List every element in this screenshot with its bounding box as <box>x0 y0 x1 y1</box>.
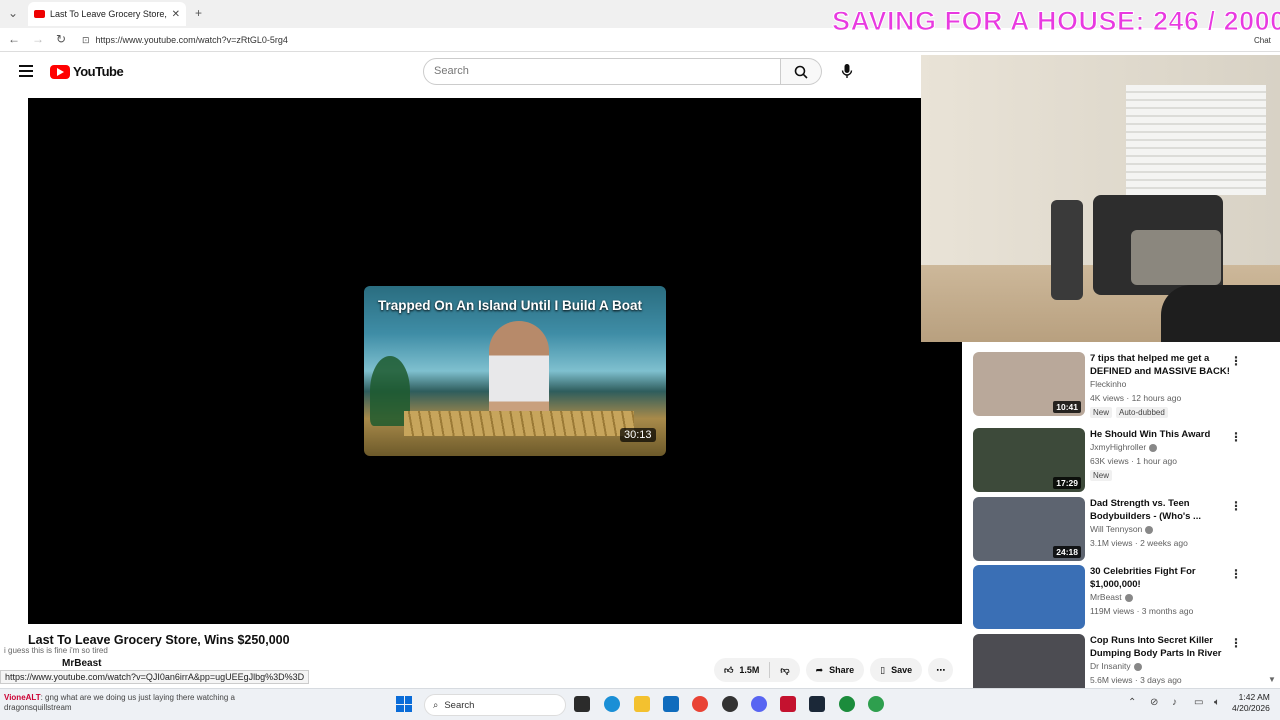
video-actions: 👍︎ 1.5M 👎︎ ➦ Share ▯ Save ⋯ <box>714 658 954 682</box>
youtube-play-icon <box>50 64 70 79</box>
recommendation-title[interactable]: Dad Strength vs. Teen Bodybuilders - (Wh… <box>1090 497 1230 523</box>
more-actions-button[interactable]: ⋯ <box>928 658 954 682</box>
edge-icon[interactable] <box>604 696 620 712</box>
video-duration: 24:18 <box>1053 546 1081 558</box>
thumbs-up-icon: 👍︎ <box>724 664 734 675</box>
more-options-icon[interactable]: ⋮ <box>1230 567 1242 581</box>
new-tab-icon[interactable]: + <box>195 6 202 20</box>
hamburger-menu-icon[interactable] <box>19 65 33 77</box>
windows-start-icon[interactable] <box>396 696 412 712</box>
recommendation-channel[interactable]: Dr Insanity <box>1090 661 1142 671</box>
video-thumbnail[interactable] <box>973 565 1085 629</box>
microphone-icon[interactable]: ♪ <box>1172 697 1177 708</box>
url-text: https://www.youtube.com/watch?v=zRtGL0-5… <box>95 35 288 45</box>
stream-overlay-goal: SAVING FOR A HOUSE: 246 / 20000 <box>831 6 1280 37</box>
recommendation-badge: Auto-dubbed <box>1116 407 1168 418</box>
youtube-logo[interactable]: YouTube <box>50 64 124 79</box>
forward-icon[interactable]: → <box>32 32 44 46</box>
tab-list-icon[interactable]: ⌄ <box>8 6 18 20</box>
task-view-icon[interactable] <box>574 696 590 712</box>
verified-check-icon <box>1133 662 1142 671</box>
obs-icon[interactable] <box>722 696 738 712</box>
recommendation-title[interactable]: 30 Celebrities Fight For $1,000,000! <box>1090 565 1230 591</box>
recommendation-title[interactable]: He Should Win This Award <box>1090 428 1230 441</box>
recommendation-item[interactable]: 17:29 He Should Win This Award JxmyHighrol… <box>973 428 1273 492</box>
chat-button[interactable]: Chat <box>1254 36 1271 45</box>
refresh-icon[interactable]: ↻ <box>56 32 66 46</box>
search-button[interactable] <box>781 58 822 85</box>
channel-name[interactable]: MrBeast <box>62 658 101 669</box>
video-thumbnail[interactable]: 24:18 <box>973 497 1085 561</box>
recommendation-meta: 63K views · 1 hour ago <box>1090 456 1177 466</box>
more-icon: ⋯ <box>936 664 946 675</box>
tab-title: Last To Leave Grocery Store, Wins <box>50 9 167 19</box>
app-icon[interactable] <box>780 696 796 712</box>
chat-message: VioneALT: gng what are we doing us just … <box>4 693 235 712</box>
recommendation-meta: 119M views · 3 months ago <box>1090 606 1194 616</box>
recommendation-meta: 4K views · 12 hours ago <box>1090 393 1182 403</box>
more-options-icon[interactable]: ⋮ <box>1230 430 1242 444</box>
like-button[interactable]: 👍︎ 1.5M 👎︎ <box>714 658 800 682</box>
recommendation-item[interactable]: 10:41 7 tips that helped me get a DEFINED… <box>973 352 1273 418</box>
recommendation-channel[interactable]: MrBeast <box>1090 592 1133 602</box>
chat-message: i guess this is fine i'm so tired <box>4 646 108 655</box>
taskbar-clock[interactable]: 1:42 AM 4/20/2026 <box>1232 692 1270 714</box>
share-button[interactable]: ➦ Share <box>805 658 865 682</box>
chrome-profile-icon[interactable] <box>839 696 855 712</box>
search-icon: ⌕ <box>433 699 439 711</box>
display-icon[interactable]: ▭ <box>1194 697 1203 708</box>
recommendation-channel[interactable]: JxmyHighroller <box>1090 442 1158 452</box>
search-icon <box>794 65 808 79</box>
volume-icon[interactable]: 🔈︎ <box>1214 697 1220 708</box>
microphone-icon <box>841 64 853 78</box>
recommendation-meta: 5.6M views · 3 days ago <box>1090 675 1182 685</box>
recommendation-channel[interactable]: Will Tennyson <box>1090 524 1154 534</box>
recommendation-meta: 3.1M views · 2 weeks ago <box>1090 538 1188 548</box>
network-icon[interactable]: ⊘ <box>1150 697 1158 708</box>
taskbar-search[interactable]: ⌕ Search <box>424 694 566 716</box>
video-title: Last To Leave Grocery Store, Wins $250,0… <box>28 633 290 647</box>
youtube-favicon-icon <box>34 10 45 18</box>
video-thumbnail[interactable]: 17:29 <box>973 428 1085 492</box>
store-icon[interactable] <box>663 696 679 712</box>
webcam-overlay <box>921 55 1280 342</box>
chrome-icon[interactable] <box>692 696 708 712</box>
file-explorer-icon[interactable] <box>634 696 650 712</box>
endscreen-video-title[interactable]: Trapped On An Island Until I Build A Boa… <box>378 298 642 313</box>
video-duration: 17:29 <box>1053 477 1081 489</box>
scroll-down-icon[interactable]: ▼ <box>1268 675 1276 684</box>
verified-check-icon <box>1145 525 1154 534</box>
recommendation-title[interactable]: Cop Runs Into Secret Killer Dumping Body… <box>1090 634 1230 660</box>
chrome-profile-icon[interactable] <box>868 696 884 712</box>
close-tab-icon[interactable]: ✕ <box>172 9 180 20</box>
back-icon[interactable]: ← <box>8 32 20 46</box>
recommendation-channel[interactable]: Fleckinho <box>1090 379 1126 389</box>
video-thumbnail[interactable]: 10:41 <box>973 352 1085 416</box>
verified-check-icon <box>1149 443 1158 452</box>
browser-tab[interactable]: Last To Leave Grocery Store, Wins ✕ <box>28 2 186 26</box>
bookmark-icon: ▯ <box>880 664 886 675</box>
recommendation-badge: New <box>1090 470 1113 481</box>
save-button[interactable]: ▯ Save <box>870 658 923 682</box>
site-info-icon[interactable]: ⊡ <box>82 35 90 46</box>
thumbs-down-icon[interactable]: 👎︎ <box>780 665 789 676</box>
recommendation-item[interactable]: 30 Celebrities Fight For $1,000,000! MrBe… <box>973 565 1273 629</box>
share-icon: ➦ <box>815 664 824 675</box>
video-duration: 10:41 <box>1053 401 1081 413</box>
verified-check-icon <box>1124 593 1133 602</box>
more-options-icon[interactable]: ⋮ <box>1230 354 1242 368</box>
discord-icon[interactable] <box>751 696 767 712</box>
more-options-icon[interactable]: ⋮ <box>1230 499 1242 513</box>
tray-overflow-icon[interactable]: ⌃ <box>1128 697 1136 708</box>
recommendation-badge: New <box>1090 407 1113 418</box>
recommendation-title[interactable]: 7 tips that helped me get a DEFINED and … <box>1090 352 1230 378</box>
endscreen-duration: 30:13 <box>620 428 656 442</box>
more-options-icon[interactable]: ⋮ <box>1230 636 1242 650</box>
voice-search-button[interactable] <box>836 60 858 82</box>
recommendation-item[interactable]: 24:18 Dad Strength vs. Teen Bodybuilders … <box>973 497 1273 561</box>
search-input[interactable]: Search <box>423 58 781 85</box>
steam-icon[interactable] <box>809 696 825 712</box>
status-bar-url: https://www.youtube.com/watch?v=QJI0an6i… <box>0 670 310 684</box>
